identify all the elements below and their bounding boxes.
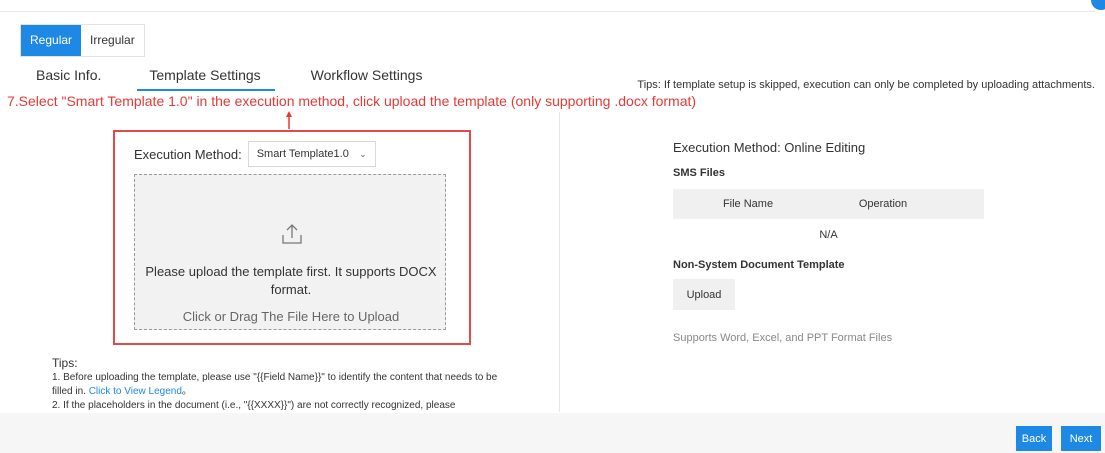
step-annotation: 7.Select "Smart Template 1.0" in the exe… <box>7 93 697 109</box>
col-operation: Operation <box>858 198 908 210</box>
help-icon[interactable] <box>1091 0 1105 10</box>
upload-hint: Click or Drag The File Here to Upload <box>182 309 400 324</box>
upload-icon <box>282 224 302 244</box>
top-divider <box>0 11 1095 12</box>
execution-method-select[interactable]: Smart Template1.0 ⌄ <box>247 141 376 167</box>
next-button[interactable]: Next <box>1061 426 1101 451</box>
supported-formats-note: Supports Word, Excel, and PPT Format Fil… <box>673 332 893 344</box>
tips-title: Tips: <box>52 356 78 370</box>
tip-1-end: 。 <box>181 386 192 397</box>
tip-2: 2. If the placeholders in the document (… <box>52 400 456 411</box>
col-file-name: File Name <box>722 198 774 210</box>
template-upload-dropzone[interactable]: Please upload the template first. It sup… <box>134 174 446 330</box>
execution-method-label: Execution Method: <box>134 146 242 162</box>
tips-block: Tips: 1. Before uploading the template, … <box>52 356 512 413</box>
table-header: File Name Operation <box>673 189 984 219</box>
page: Regular Irregular Basic Info. Template S… <box>0 0 1105 453</box>
tab-template-settings[interactable]: Template Settings <box>137 66 275 91</box>
execution-method-value: Smart Template1.0 <box>256 148 349 160</box>
mode-switch: Regular Irregular <box>20 24 145 57</box>
upload-button[interactable]: Upload <box>673 279 735 310</box>
mode-irregular-button[interactable]: Irregular <box>81 25 144 56</box>
view-legend-link[interactable]: Click to View Legend <box>89 386 182 397</box>
back-button[interactable]: Back <box>1016 426 1052 451</box>
upload-message: Please upload the template first. It sup… <box>145 264 437 297</box>
mode-regular-button[interactable]: Regular <box>21 25 82 56</box>
sms-files-table: File Name Operation N/A <box>673 189 984 241</box>
tab-basic-info[interactable]: Basic Info. <box>36 66 101 91</box>
tab-workflow-settings[interactable]: Workflow Settings <box>311 66 423 91</box>
empty-state: N/A <box>819 229 838 241</box>
execution-method-row: Execution Method: Smart Template1.0 ⌄ <box>134 141 376 167</box>
skip-tip: Tips: If template setup is skipped, exec… <box>637 79 1095 91</box>
execution-method-online: Execution Method: Online Editing <box>673 140 866 155</box>
tip-1: 1. Before uploading the template, please… <box>52 371 512 399</box>
sms-files-title: SMS Files <box>673 167 725 179</box>
settings-tabs: Basic Info. Template Settings Workflow S… <box>36 66 458 91</box>
footer-bar: Back Next <box>0 413 1105 453</box>
non-system-template-title: Non-System Document Template <box>673 259 845 271</box>
chevron-down-icon: ⌄ <box>359 148 367 159</box>
online-editing-content: Execution Method: Online Editing SMS Fil… <box>673 140 993 344</box>
